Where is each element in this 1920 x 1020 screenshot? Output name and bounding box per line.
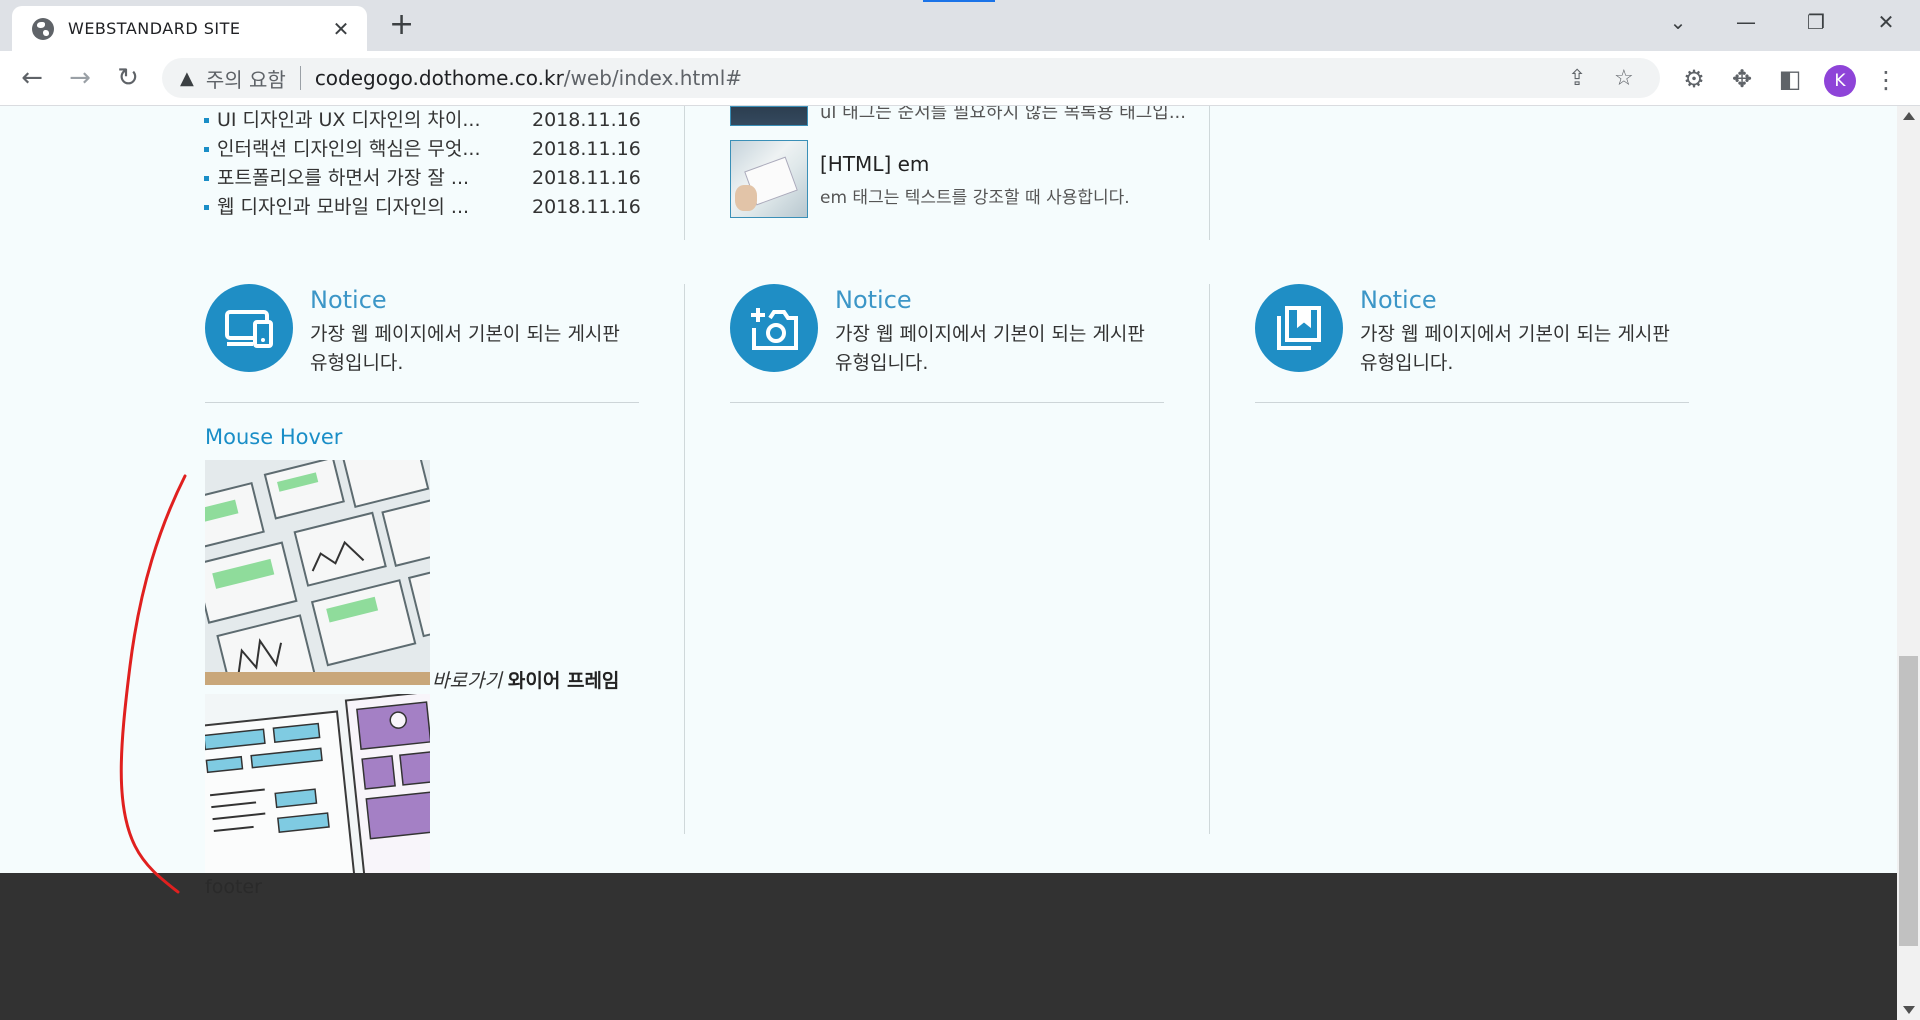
url-path: /web/index.html# <box>563 66 743 90</box>
security-label[interactable]: 주의 요함 <box>206 64 286 93</box>
news-item[interactable]: 웹 디자인과 모바일 디자인의 ... 2018.11.16 <box>204 193 641 222</box>
browser-tab[interactable]: WEBSTANDARD SITE ✕ <box>12 6 367 51</box>
bullet-icon <box>204 205 209 210</box>
footer-label: footer <box>205 876 262 898</box>
devices-icon <box>205 284 293 372</box>
notice-card[interactable]: Notice 가장 웹 페이지에서 기본이 되는 게시판 유형입니다. <box>205 284 639 403</box>
article-thumbnail[interactable] <box>730 106 808 126</box>
new-tab-button[interactable]: + <box>389 9 414 41</box>
column-divider <box>1209 284 1210 834</box>
add-camera-icon <box>730 284 818 372</box>
bullet-icon <box>204 118 209 123</box>
reload-icon[interactable]: ↻ <box>110 63 146 93</box>
bullet-icon <box>204 147 209 152</box>
warning-icon[interactable]: ▲ <box>180 68 194 89</box>
minimize-icon[interactable]: — <box>1726 10 1766 34</box>
column-divider <box>1209 106 1210 240</box>
site-footer <box>0 873 1897 1020</box>
article-thumbnail[interactable] <box>730 140 808 218</box>
scroll-down-arrow-icon[interactable] <box>1903 1006 1915 1014</box>
caption-title: 와이어 프레임 <box>507 670 620 692</box>
notice-text: 가장 웹 페이지에서 기본이 되는 게시판 유형입니다. <box>1360 323 1670 374</box>
extension-gear-icon[interactable]: ⚙ <box>1678 65 1710 93</box>
news-title[interactable]: 포트폴리오를 하면서 가장 잘 ... <box>217 164 469 193</box>
page-scrollbar[interactable] <box>1897 106 1920 1020</box>
notice-title[interactable]: Notice <box>310 286 387 314</box>
globe-icon <box>32 17 54 40</box>
column-divider <box>684 284 685 834</box>
article-desc-cutoff: ul 태그는 순서를 필요하지 않는 목록용 태그입... <box>820 106 1186 123</box>
page-viewport: UI 디자인과 UX 디자인의 차이... 2018.11.16 인터랙션 디자… <box>0 106 1897 1020</box>
url-host: codegogo.dothome.co.kr <box>314 66 564 90</box>
browser-toolbar: ← → ↻ ▲ 주의 요함 codegogo.dothome.co.kr/web… <box>0 51 1920 106</box>
news-item[interactable]: 포트폴리오를 하면서 가장 잘 ... 2018.11.16 <box>204 164 641 193</box>
tab-close-icon[interactable]: ✕ <box>329 17 353 41</box>
side-panel-icon[interactable]: ◧ <box>1774 65 1806 93</box>
column-divider <box>684 106 685 240</box>
news-item[interactable]: 인터랙션 디자인의 핵심은 무엇... 2018.11.16 <box>204 135 641 164</box>
news-date: 2018.11.16 <box>532 109 641 131</box>
news-title[interactable]: 인터랙션 디자인의 핵심은 무엇... <box>217 135 480 164</box>
sketch-image[interactable] <box>205 694 430 884</box>
share-icon[interactable]: ⇪ <box>1568 66 1586 91</box>
tab-bar: WEBSTANDARD SITE ✕ + ⌄ — ❐ ✕ <box>0 0 1920 51</box>
profile-avatar[interactable]: K <box>1824 65 1856 97</box>
bookmark-library-icon <box>1255 284 1343 372</box>
wireframe-caption[interactable]: 바로가기 와이어 프레임 <box>432 666 619 693</box>
caption-shortcut: 바로가기 <box>432 670 502 692</box>
address-bar[interactable]: ▲ 주의 요함 codegogo.dothome.co.kr/web/index… <box>162 58 1660 98</box>
bookmark-star-icon[interactable]: ☆ <box>1614 66 1634 91</box>
scroll-up-arrow-icon[interactable] <box>1903 112 1915 120</box>
notice-card[interactable]: Notice 가장 웹 페이지에서 기본이 되는 게시판 유형입니다. <box>730 284 1164 403</box>
url-text[interactable]: codegogo.dothome.co.kr/web/index.html# <box>315 66 742 90</box>
news-date: 2018.11.16 <box>532 167 641 189</box>
kebab-menu-icon[interactable]: ⋮ <box>1874 65 1898 95</box>
extensions-puzzle-icon[interactable]: ✥ <box>1726 65 1758 93</box>
news-date: 2018.11.16 <box>532 138 641 160</box>
address-divider <box>299 66 301 90</box>
notice-text: 가장 웹 페이지에서 기본이 되는 게시판 유형입니다. <box>835 323 1145 374</box>
bullet-icon <box>204 176 209 181</box>
restore-icon[interactable]: ❐ <box>1796 10 1836 34</box>
news-date: 2018.11.16 <box>532 196 641 218</box>
article-title[interactable]: [HTML] em <box>820 152 929 176</box>
tab-title: WEBSTANDARD SITE <box>68 19 241 38</box>
tab-search-icon[interactable]: ⌄ <box>1658 10 1698 34</box>
article-desc: em 태그는 텍스트를 강조할 때 사용합니다. <box>820 188 1130 208</box>
scroll-thumb[interactable] <box>1899 656 1918 946</box>
wireframe-image[interactable] <box>205 460 430 685</box>
window-close-icon[interactable]: ✕ <box>1866 10 1906 34</box>
notice-title[interactable]: Notice <box>1360 286 1437 314</box>
forward-arrow-icon[interactable]: → <box>62 63 98 93</box>
back-arrow-icon[interactable]: ← <box>14 63 50 93</box>
news-title[interactable]: 웹 디자인과 모바일 디자인의 ... <box>217 193 469 222</box>
notice-title[interactable]: Notice <box>835 286 912 314</box>
tab-indicator <box>923 0 995 2</box>
news-title[interactable]: UI 디자인과 UX 디자인의 차이... <box>217 106 481 135</box>
news-list: UI 디자인과 UX 디자인의 차이... 2018.11.16 인터랙션 디자… <box>204 106 641 222</box>
notice-card[interactable]: Notice 가장 웹 페이지에서 기본이 되는 게시판 유형입니다. <box>1255 284 1689 403</box>
mouse-hover-title: Mouse Hover <box>205 425 343 449</box>
notice-text: 가장 웹 페이지에서 기본이 되는 게시판 유형입니다. <box>310 323 620 374</box>
news-item[interactable]: UI 디자인과 UX 디자인의 차이... 2018.11.16 <box>204 106 641 135</box>
